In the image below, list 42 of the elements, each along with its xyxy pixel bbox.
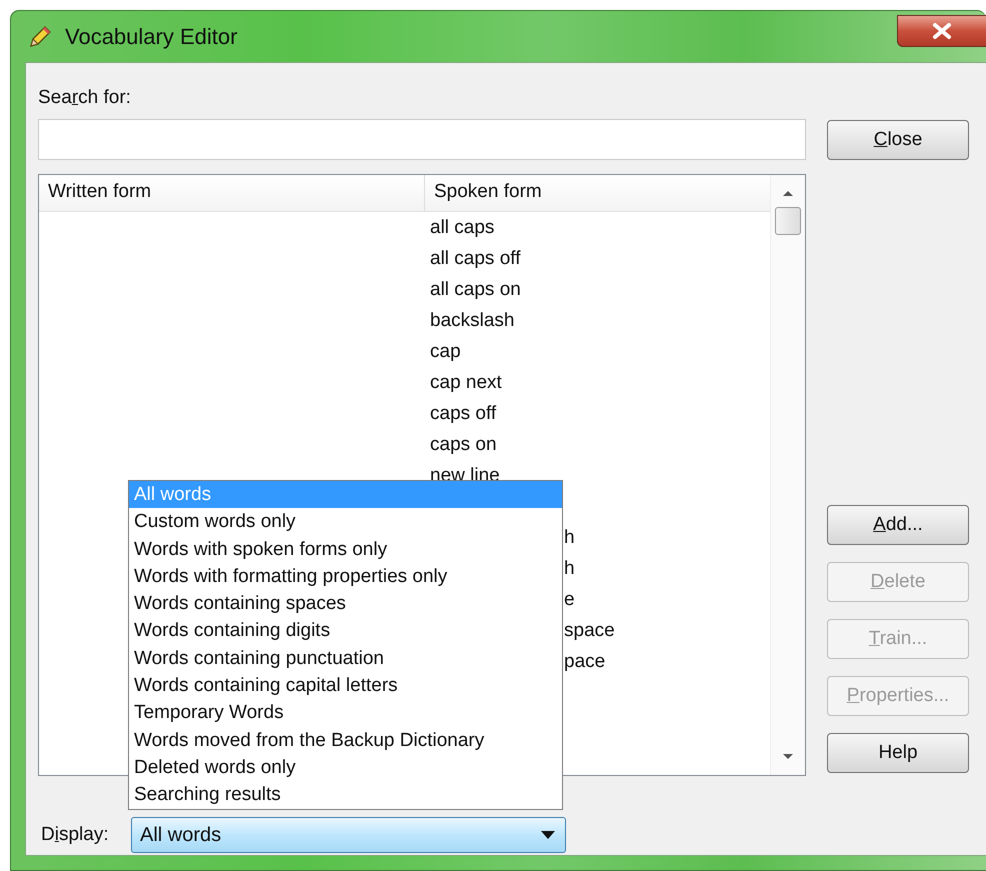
column-header[interactable]: Written form: [39, 175, 425, 211]
scrollbar[interactable]: [770, 175, 805, 775]
scroll-up-icon[interactable]: [782, 189, 794, 197]
table-cell: h: [564, 558, 575, 580]
close-icon: [931, 22, 953, 40]
table-cell: cap next: [430, 372, 502, 394]
scroll-thumb[interactable]: [775, 207, 801, 235]
window-title: Vocabulary Editor: [65, 24, 238, 50]
display-label: Display:: [40, 824, 110, 846]
dropdown-option[interactable]: Words containing spaces: [129, 590, 562, 618]
table-cell: pace: [564, 650, 606, 672]
table-cell: e: [564, 588, 575, 610]
table-cell: backslash: [430, 310, 514, 332]
close-button[interactable]: Close: [827, 120, 969, 160]
dropdown-option[interactable]: Words moved from the Backup Dictionary: [129, 726, 562, 754]
dropdown-option[interactable]: Searching results: [129, 781, 562, 809]
scroll-down-icon[interactable]: [782, 753, 794, 761]
table-cell: cap: [430, 340, 461, 362]
pencil-icon: [27, 24, 53, 50]
dropdown-option[interactable]: Temporary Words: [129, 699, 562, 727]
dropdown-option[interactable]: Custom words only: [129, 508, 562, 536]
dropdown-option[interactable]: Words containing punctuation: [129, 644, 562, 672]
table-cell: all caps: [430, 216, 494, 238]
caret-icon: [541, 831, 555, 839]
dropdown-option[interactable]: Words with formatting properties only: [129, 562, 562, 590]
dropdown-option[interactable]: Deleted words only: [129, 754, 562, 782]
table-cell: all caps on: [430, 278, 521, 300]
dropdown-option[interactable]: Words with spoken forms only: [129, 536, 562, 563]
table-cell: h: [564, 526, 575, 548]
column-header[interactable]: Spoken form: [425, 175, 770, 211]
dialog-button[interactable]: Add...: [827, 505, 969, 545]
display-dropdown[interactable]: All words: [131, 817, 566, 853]
search-field[interactable]: [38, 119, 806, 160]
close-button[interactable]: [897, 14, 986, 46]
table-cell: caps off: [430, 402, 496, 424]
table-cell: space: [564, 620, 615, 642]
dropdown-option[interactable]: Words containing digits: [129, 617, 562, 645]
table-cell: all caps off: [430, 248, 520, 270]
table-cell: caps on: [430, 434, 497, 456]
dialog-button[interactable]: Help: [827, 733, 969, 773]
search-label: Search for:: [38, 87, 132, 109]
dropdown-option[interactable]: Words containing capital letters: [129, 672, 562, 700]
